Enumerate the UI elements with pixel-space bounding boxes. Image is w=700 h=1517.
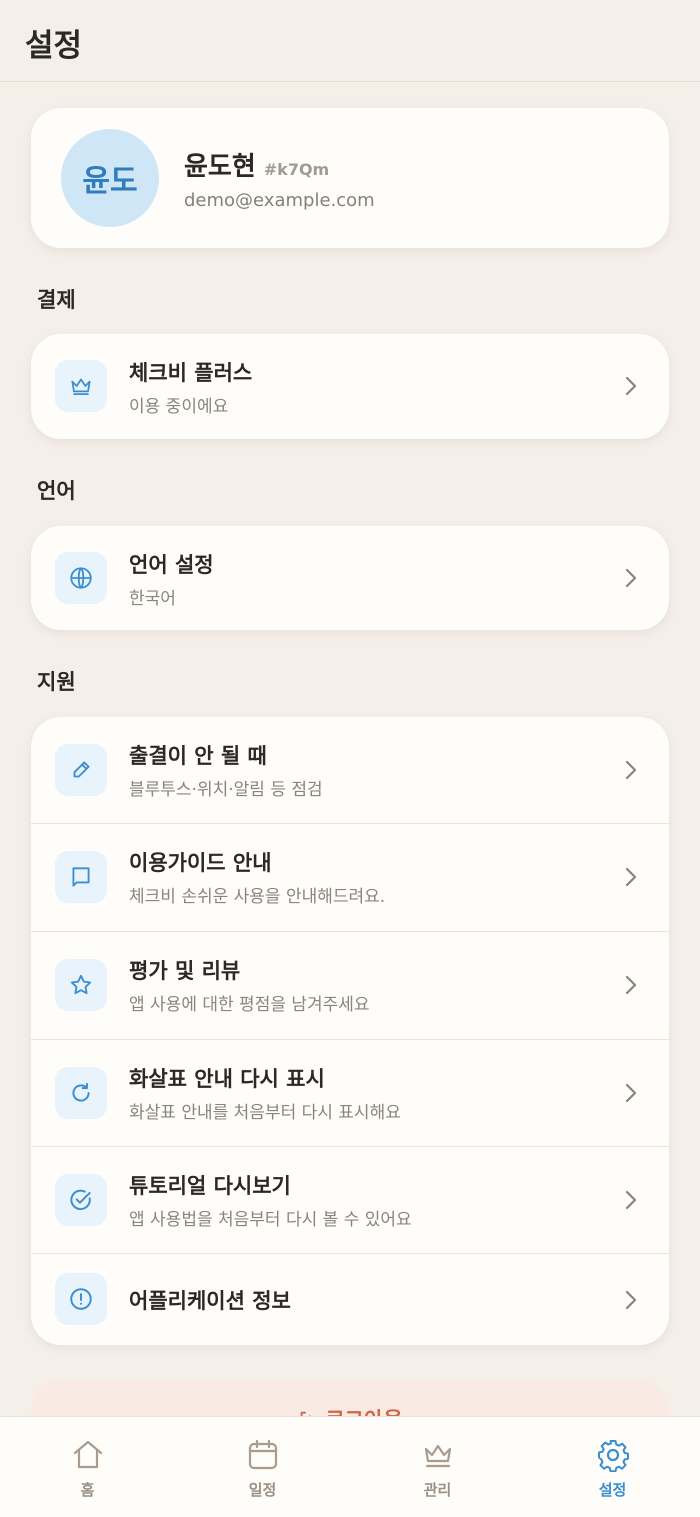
tab-label: 관리: [423, 1481, 452, 1499]
app-header: 설정: [0, 0, 700, 82]
item-title: 튜토리얼 다시보기: [129, 1174, 291, 1198]
language-card: 언어 설정 한국어: [31, 526, 669, 630]
chevron-right-icon: [625, 1083, 637, 1103]
section-label-support: 지원: [37, 670, 76, 694]
bottom-tab-bar: 홈 일정 관리 설정: [0, 1416, 700, 1517]
chevron-right-icon: [625, 1290, 637, 1310]
profile-tag: #k7Qm: [263, 160, 330, 179]
chevron-right-icon: [625, 376, 637, 396]
item-title: 화살표 안내 다시 표시: [129, 1067, 325, 1091]
avatar: 윤도: [61, 129, 159, 227]
chevron-right-icon: [625, 867, 637, 887]
support-card: 출결이 안 될 때 블루투스·위치·알림 등 점검 이용가이드 안내 체크비 손…: [31, 717, 669, 1345]
book-icon: [55, 851, 107, 903]
chevron-right-icon: [625, 975, 637, 995]
item-subtitle: 블루투스·위치·알림 등 점검: [129, 780, 323, 800]
item-title: 출결이 안 될 때: [129, 744, 267, 768]
section-label-payment: 결제: [37, 288, 76, 312]
item-subtitle: 이용 중이에요: [129, 397, 229, 417]
settings-item-language[interactable]: 언어 설정 한국어: [31, 526, 669, 630]
settings-item-arrow-guide[interactable]: 화살표 안내 다시 표시 화살표 안내를 처음부터 다시 표시해요: [31, 1040, 669, 1146]
info-icon: [55, 1273, 107, 1325]
item-subtitle: 앱 사용법을 처음부터 다시 볼 수 있어요: [129, 1210, 412, 1230]
item-title: 체크비 플러스: [129, 361, 253, 385]
pencil-icon: [55, 744, 107, 796]
tab-manage[interactable]: 관리: [350, 1417, 525, 1517]
star-icon: [55, 959, 107, 1011]
tab-settings[interactable]: 설정: [525, 1417, 700, 1517]
gear-icon: [598, 1440, 629, 1472]
item-subtitle: 화살표 안내를 처음부터 다시 표시해요: [129, 1103, 401, 1123]
item-subtitle: 앱 사용에 대한 평점을 남겨주세요: [129, 995, 370, 1015]
globe-icon: [55, 552, 107, 604]
refresh-icon: [55, 1067, 107, 1119]
settings-item-plus[interactable]: 체크비 플러스 이용 중이에요: [31, 334, 669, 439]
tab-schedule[interactable]: 일정: [175, 1417, 350, 1517]
settings-item-review[interactable]: 평가 및 리뷰 앱 사용에 대한 평점을 남겨주세요: [31, 932, 669, 1039]
item-subtitle: 한국어: [129, 589, 176, 609]
calendar-icon: [248, 1439, 278, 1470]
item-title: 언어 설정: [129, 553, 214, 577]
settings-item-attendance-help[interactable]: 출결이 안 될 때 블루투스·위치·알림 등 점검: [31, 717, 669, 823]
profile-email: demo@example.com: [184, 190, 375, 211]
settings-item-tutorial[interactable]: 튜토리얼 다시보기 앱 사용법을 처음부터 다시 볼 수 있어요: [31, 1147, 669, 1253]
profile-name: 윤도현: [184, 152, 256, 182]
crown-icon: [55, 360, 107, 412]
tab-label: 홈: [80, 1481, 95, 1499]
chevron-right-icon: [625, 760, 637, 780]
chevron-right-icon: [625, 1190, 637, 1210]
profile-name-line: 윤도현 #k7Qm: [184, 146, 329, 183]
chevron-right-icon: [625, 568, 637, 588]
section-label-language: 언어: [37, 479, 76, 503]
check-circle-icon: [55, 1174, 107, 1226]
payment-card: 체크비 플러스 이용 중이에요: [31, 334, 669, 439]
tab-home[interactable]: 홈: [0, 1417, 175, 1517]
profile-card[interactable]: 윤도 윤도현 #k7Qm demo@example.com: [31, 108, 669, 248]
page-title: 설정: [25, 28, 83, 64]
settings-item-guide[interactable]: 이용가이드 안내 체크비 손쉬운 사용을 안내해드려요.: [31, 824, 669, 931]
item-title: 이용가이드 안내: [129, 851, 272, 875]
item-title: 평가 및 리뷰: [129, 959, 241, 983]
item-subtitle: 체크비 손쉬운 사용을 안내해드려요.: [129, 887, 386, 907]
tab-label: 일정: [248, 1481, 277, 1499]
settings-item-app-info[interactable]: 어플리케이션 정보: [31, 1254, 669, 1345]
tab-label: 설정: [598, 1481, 627, 1499]
crown-icon: [424, 1444, 452, 1468]
item-title: 어플리케이션 정보: [129, 1289, 291, 1313]
home-icon: [73, 1440, 103, 1469]
